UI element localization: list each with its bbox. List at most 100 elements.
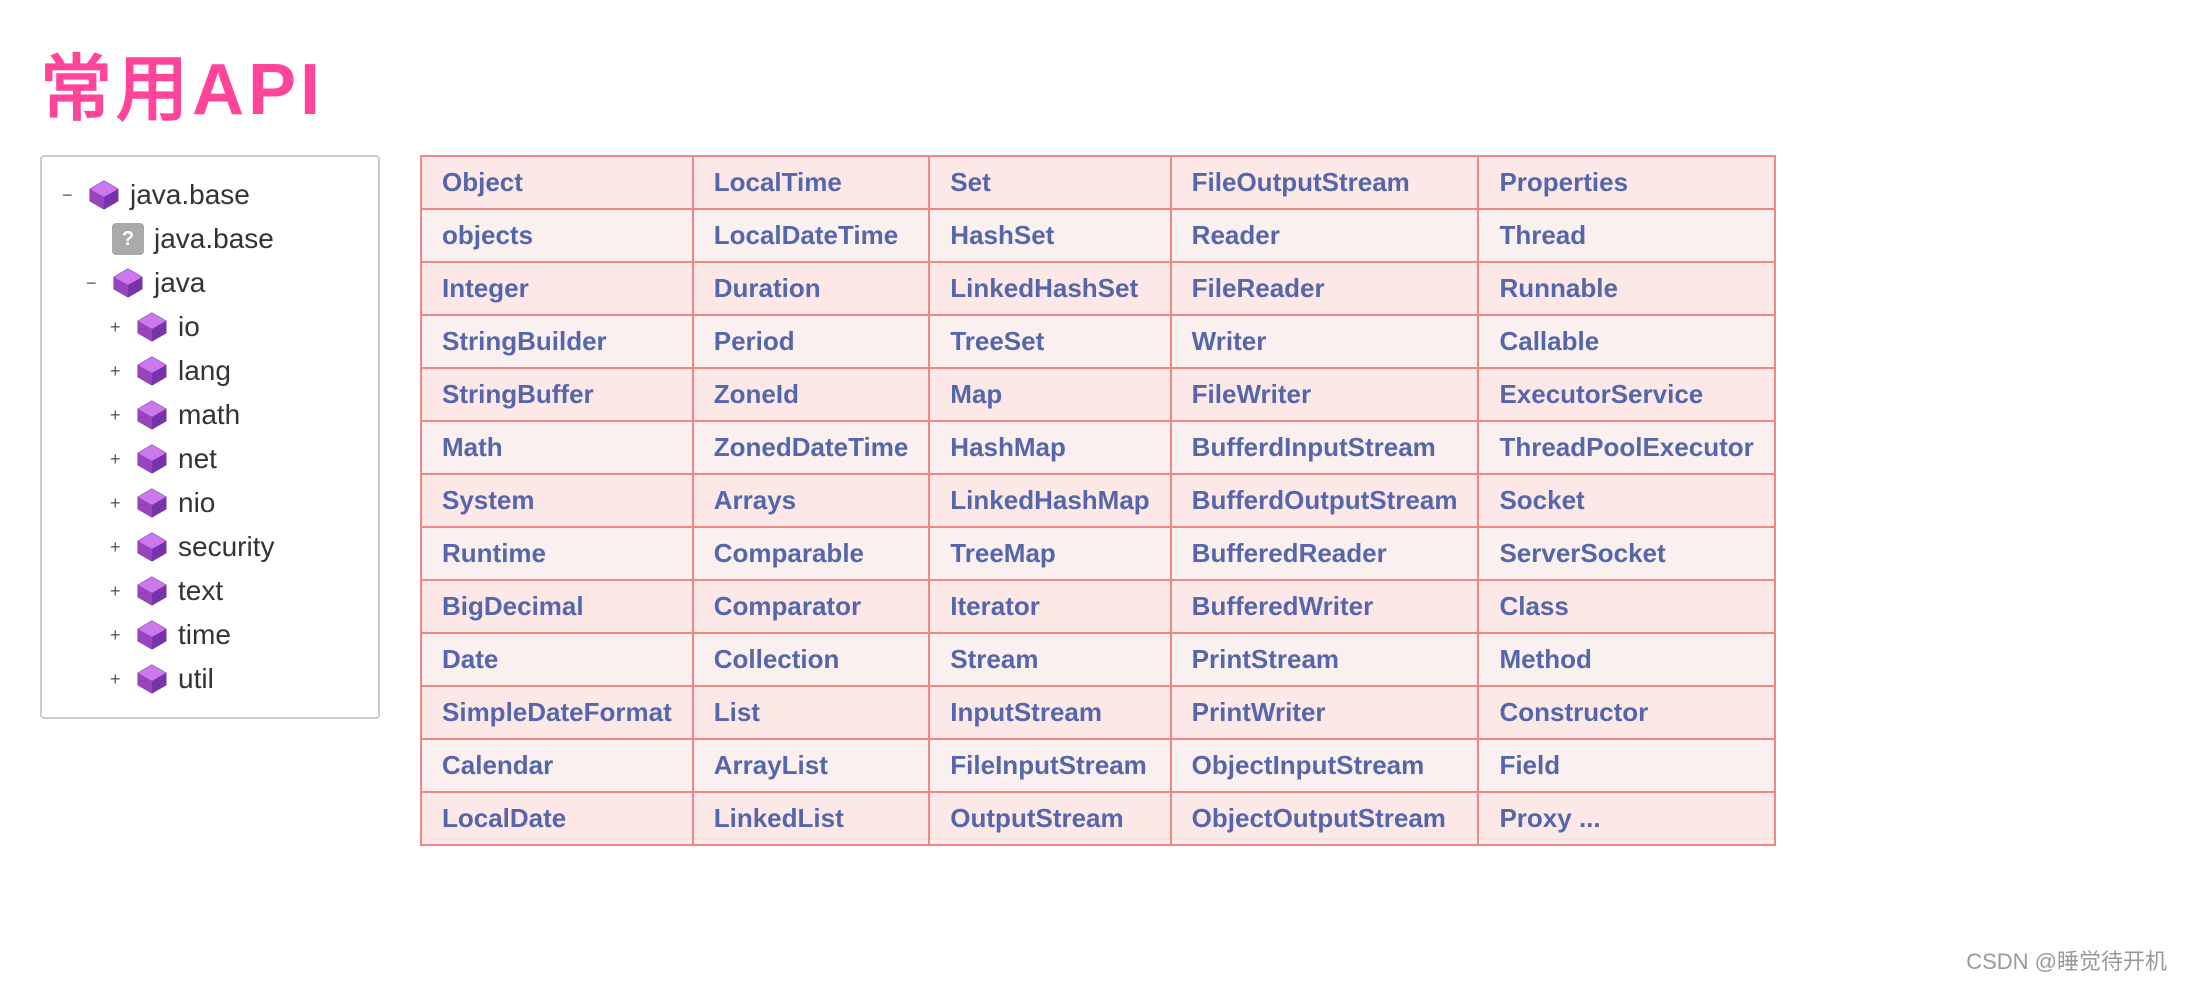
table-cell[interactable]: Stream — [929, 633, 1170, 686]
table-row: StringBuilderPeriodTreeSetWriterCallable — [421, 315, 1775, 368]
table-cell[interactable]: ThreadPoolExecutor — [1478, 421, 1774, 474]
table-cell[interactable]: SimpleDateFormat — [421, 686, 693, 739]
util-label: util — [178, 663, 214, 695]
tree-item-javabase-file[interactable]: ? java.base — [86, 217, 358, 261]
tree-root[interactable]: − java.base — [62, 173, 358, 217]
security-icon — [134, 529, 170, 565]
table-cell[interactable]: BufferedReader — [1171, 527, 1479, 580]
table-cell[interactable]: Method — [1478, 633, 1774, 686]
table-row: CalendarArrayListFileInputStreamObjectIn… — [421, 739, 1775, 792]
table-cell[interactable]: Constructor — [1478, 686, 1774, 739]
text-icon — [134, 573, 170, 609]
table-cell[interactable]: LinkedList — [693, 792, 930, 845]
table-cell[interactable]: ObjectInputStream — [1171, 739, 1479, 792]
table-cell[interactable]: ServerSocket — [1478, 527, 1774, 580]
time-label: time — [178, 619, 231, 651]
toggle-icon[interactable]: − — [62, 185, 86, 206]
security-label: security — [178, 531, 274, 563]
table-cell[interactable]: TreeSet — [929, 315, 1170, 368]
table-row: SystemArraysLinkedHashMapBufferdOutputSt… — [421, 474, 1775, 527]
table-cell[interactable]: PrintWriter — [1171, 686, 1479, 739]
tree-item-util[interactable]: + util — [110, 657, 358, 701]
table-cell[interactable]: ExecutorService — [1478, 368, 1774, 421]
text-label: text — [178, 575, 223, 607]
lang-label: lang — [178, 355, 231, 387]
table-cell[interactable]: LinkedHashSet — [929, 262, 1170, 315]
table-cell[interactable]: Field — [1478, 739, 1774, 792]
nio-label: nio — [178, 487, 215, 519]
net-icon — [134, 441, 170, 477]
table-cell[interactable]: Properties — [1478, 156, 1774, 209]
table-cell[interactable]: Reader — [1171, 209, 1479, 262]
table-cell[interactable]: LocalTime — [693, 156, 930, 209]
table-cell[interactable]: Math — [421, 421, 693, 474]
table-cell[interactable]: LinkedHashMap — [929, 474, 1170, 527]
table-cell[interactable]: Collection — [693, 633, 930, 686]
table-cell[interactable]: OutputStream — [929, 792, 1170, 845]
table-cell[interactable]: Class — [1478, 580, 1774, 633]
table-cell[interactable]: TreeMap — [929, 527, 1170, 580]
table-cell[interactable]: InputStream — [929, 686, 1170, 739]
java-toggle[interactable]: − — [86, 273, 110, 294]
table-cell[interactable]: ZoneId — [693, 368, 930, 421]
tree-item-lang[interactable]: + lang — [110, 349, 358, 393]
table-cell[interactable]: StringBuilder — [421, 315, 693, 368]
tree-item-math[interactable]: + math — [110, 393, 358, 437]
table-cell[interactable]: Proxy ... — [1478, 792, 1774, 845]
tree-item-security[interactable]: + security — [110, 525, 358, 569]
table-cell[interactable]: HashSet — [929, 209, 1170, 262]
table-cell[interactable]: Map — [929, 368, 1170, 421]
table-cell[interactable]: Callable — [1478, 315, 1774, 368]
table-cell[interactable]: LocalDateTime — [693, 209, 930, 262]
table-cell[interactable]: Calendar — [421, 739, 693, 792]
table-cell[interactable]: ArrayList — [693, 739, 930, 792]
table-cell[interactable]: ZonedDateTime — [693, 421, 930, 474]
table-cell[interactable]: List — [693, 686, 930, 739]
table-cell[interactable]: Iterator — [929, 580, 1170, 633]
table-cell[interactable]: FileWriter — [1171, 368, 1479, 421]
table-cell[interactable]: PrintStream — [1171, 633, 1479, 686]
table-cell[interactable]: Date — [421, 633, 693, 686]
table-cell[interactable]: BigDecimal — [421, 580, 693, 633]
table-cell[interactable]: Runnable — [1478, 262, 1774, 315]
tree-item-time[interactable]: + time — [110, 613, 358, 657]
watermark: CSDN @睡觉待开机 — [1966, 944, 2167, 976]
table-cell[interactable]: System — [421, 474, 693, 527]
table-cell[interactable]: LocalDate — [421, 792, 693, 845]
tree-item-nio[interactable]: + nio — [110, 481, 358, 525]
table-cell[interactable]: StringBuffer — [421, 368, 693, 421]
table-cell[interactable]: Comparator — [693, 580, 930, 633]
table-cell[interactable]: BufferdInputStream — [1171, 421, 1479, 474]
table-cell[interactable]: Comparable — [693, 527, 930, 580]
tree-item-java[interactable]: − java — [86, 261, 358, 305]
table-cell[interactable]: Duration — [693, 262, 930, 315]
table-cell[interactable]: Runtime — [421, 527, 693, 580]
table-cell[interactable]: BufferedWriter — [1171, 580, 1479, 633]
table-cell[interactable]: Socket — [1478, 474, 1774, 527]
api-table-container: ObjectLocalTimeSetFileOutputStreamProper… — [420, 155, 1776, 846]
table-cell[interactable]: Integer — [421, 262, 693, 315]
table-cell[interactable]: FileInputStream — [929, 739, 1170, 792]
table-cell[interactable]: ObjectOutputStream — [1171, 792, 1479, 845]
tree-item-io[interactable]: + io — [110, 305, 358, 349]
javabase-file-label: java.base — [154, 223, 274, 255]
table-row: MathZonedDateTimeHashMapBufferdInputStre… — [421, 421, 1775, 474]
page-title: 常用API — [0, 0, 2207, 155]
tree-item-net[interactable]: + net — [110, 437, 358, 481]
table-cell[interactable]: Set — [929, 156, 1170, 209]
table-row: SimpleDateFormatListInputStreamPrintWrit… — [421, 686, 1775, 739]
table-cell[interactable]: FileReader — [1171, 262, 1479, 315]
table-cell[interactable]: objects — [421, 209, 693, 262]
table-cell[interactable]: FileOutputStream — [1171, 156, 1479, 209]
table-row: IntegerDurationLinkedHashSetFileReaderRu… — [421, 262, 1775, 315]
table-cell[interactable]: Thread — [1478, 209, 1774, 262]
root-label: java.base — [130, 179, 250, 211]
tree-item-text[interactable]: + text — [110, 569, 358, 613]
table-cell[interactable]: Object — [421, 156, 693, 209]
table-cell[interactable]: Arrays — [693, 474, 930, 527]
table-cell[interactable]: HashMap — [929, 421, 1170, 474]
table-cell[interactable]: Period — [693, 315, 930, 368]
table-cell[interactable]: BufferdOutputStream — [1171, 474, 1479, 527]
table-cell[interactable]: Writer — [1171, 315, 1479, 368]
tree-panel: − java.base ? java.base — [40, 155, 380, 719]
